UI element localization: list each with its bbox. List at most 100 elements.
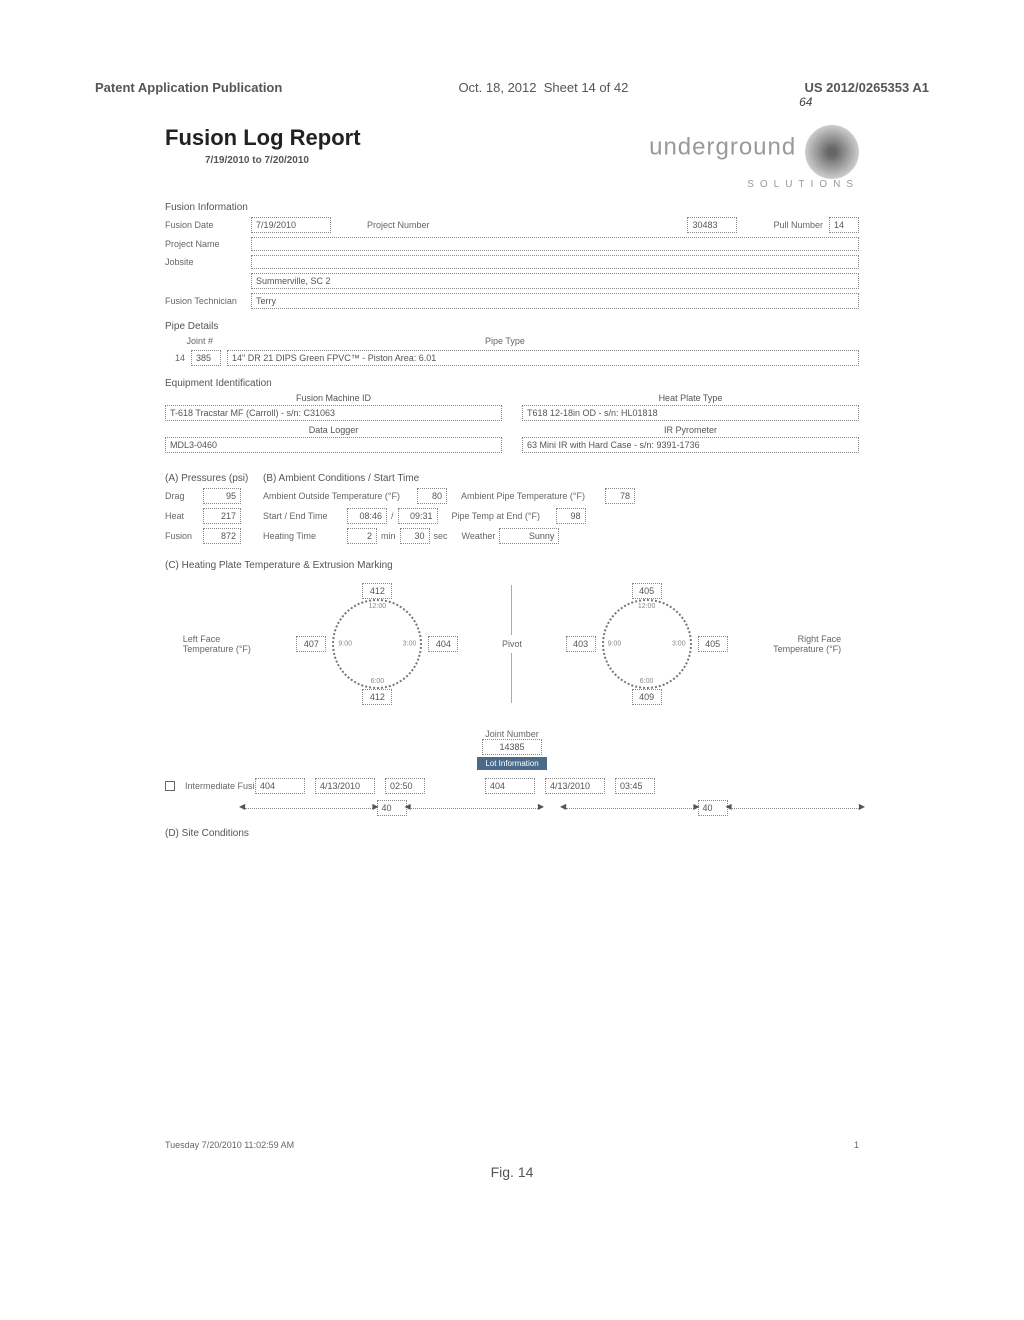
- arrow-right2-icon: [732, 808, 860, 809]
- label-project-number: Project Number: [367, 220, 430, 230]
- label-fusion-date: Fusion Date: [165, 220, 245, 230]
- logo-area: 64 underground SOLUTIONS: [649, 125, 859, 190]
- field-jobsite1: [251, 255, 859, 269]
- date-range: 7/19/2010 to 7/20/2010: [205, 155, 361, 166]
- arrow-right-icon: [566, 808, 694, 809]
- left-temp-3: 404: [428, 636, 458, 652]
- left-clock-group: 407 12:00 3:00 6:00 9:00 412 412 404: [296, 599, 458, 689]
- left-temp-6: 412: [362, 689, 392, 705]
- label-pipe-temp: Ambient Pipe Temperature (°F): [461, 491, 601, 501]
- figure-label: Fig. 14: [491, 1164, 534, 1180]
- label-technician: Fusion Technician: [165, 296, 245, 306]
- label-pipe-type: Pipe Type: [485, 336, 525, 346]
- field-fusion-psi: 872: [203, 528, 241, 544]
- section-conditions: (B) Ambient Conditions / Start Time: [263, 473, 859, 484]
- unit-min: min: [381, 531, 396, 541]
- label-pipe-end-temp: Pipe Temp at End (°F): [452, 511, 552, 521]
- field-machine-id: T-618 Tracstar MF (Carroll) - s/n: C3106…: [165, 405, 502, 421]
- label-machine-id: Fusion Machine ID: [165, 393, 502, 403]
- label-drag: Drag: [165, 491, 197, 501]
- right-clock-group: 403 12:00 3:00 6:00 9:00 405 409 405: [566, 599, 728, 689]
- right-face-label: Right Face Temperature (°F): [771, 634, 841, 654]
- intermediate-checkbox[interactable]: [165, 781, 175, 791]
- label-start-end: Start / End Time: [263, 511, 343, 521]
- field-data-logger: MDL3-0460: [165, 437, 502, 453]
- field-amb-temp: 80: [417, 488, 447, 504]
- left-clock-icon: 12:00 3:00 6:00 9:00 412 412: [332, 599, 422, 689]
- unit-sec: sec: [434, 531, 448, 541]
- label-data-logger: Data Logger: [165, 425, 502, 435]
- right-temp-6: 409: [632, 689, 662, 705]
- field-drag: 95: [203, 488, 241, 504]
- field-heating-sec: 30: [400, 528, 430, 544]
- label-weather: Weather: [462, 531, 496, 541]
- field-heat: 217: [203, 508, 241, 524]
- field-heat-plate: T618 12-18in OD - s/n: HL01818: [522, 405, 859, 421]
- field-pull-number: 14: [829, 217, 859, 233]
- label-pull-number: Pull Number: [773, 220, 823, 230]
- pivot-column: Pivot: [502, 581, 522, 707]
- report-title: Fusion Log Report: [165, 125, 361, 151]
- section-heating-plate: (C) Heating Plate Temperature & Extrusio…: [165, 560, 859, 571]
- field-start-time: 08:46: [347, 508, 387, 524]
- field-pyrometer: 63 Mini IR with Hard Case - s/n: 9391-17…: [522, 437, 859, 453]
- left-temp-9: 407: [296, 636, 326, 652]
- inter-left-v3: 02:50: [385, 778, 425, 794]
- publication-date: Oct. 18, 2012 Sheet 14 of 42: [458, 80, 628, 95]
- field-weather: Sunny: [499, 528, 559, 544]
- field-jobsite2: Summerville, SC 2: [251, 273, 859, 289]
- patent-header: Patent Application Publication Oct. 18, …: [0, 0, 1024, 105]
- field-joint-num: 385: [191, 350, 221, 366]
- field-joint-number: 14385: [482, 739, 542, 755]
- inter-right-v2: 4/13/2010: [545, 778, 605, 794]
- footer-page: 1: [854, 1140, 859, 1150]
- label-fusion-psi: Fusion: [165, 531, 197, 541]
- ref-number-64: 64: [799, 95, 812, 109]
- len-right: 40: [698, 800, 728, 816]
- field-project-name: [251, 237, 859, 251]
- pivot-label: Pivot: [502, 639, 522, 649]
- section-pressures: (A) Pressures (psi): [165, 473, 255, 484]
- field-project-number: 30483: [687, 217, 737, 233]
- arrow-left-icon: [245, 808, 373, 809]
- right-temp-3: 405: [698, 636, 728, 652]
- inter-right-v3: 03:45: [615, 778, 655, 794]
- field-fusion-date: 7/19/2010: [251, 217, 331, 233]
- right-temp-9: 403: [566, 636, 596, 652]
- field-pipe-type: 14" DR 21 DIPS Green FPVC™ - Piston Area…: [227, 350, 859, 366]
- field-pipe-temp: 78: [605, 488, 635, 504]
- len-left: 40: [377, 800, 407, 816]
- label-joint-number: Joint Number: [165, 729, 859, 739]
- section-equipment: Equipment Identification: [165, 378, 859, 389]
- joint-prefix: 14: [165, 353, 185, 363]
- right-temp-12: 405: [632, 583, 662, 599]
- left-face-label: Left Face Temperature (°F): [183, 634, 253, 654]
- label-amb-temp: Ambient Outside Temperature (°F): [263, 491, 413, 501]
- section-fusion-info: Fusion Information: [165, 202, 859, 213]
- report-content: Fusion Log Report 7/19/2010 to 7/20/2010…: [0, 105, 1024, 839]
- arrow-left2-icon: [411, 808, 539, 809]
- logo-subtitle: SOLUTIONS: [649, 179, 859, 190]
- label-pyrometer: IR Pyrometer: [522, 425, 859, 435]
- inter-left-v2: 4/13/2010: [315, 778, 375, 794]
- right-clock-icon: 12:00 3:00 6:00 9:00 405 409: [602, 599, 692, 689]
- section-pipe-details: Pipe Details: [165, 321, 859, 332]
- title-row: Fusion Log Report 7/19/2010 to 7/20/2010…: [165, 125, 859, 190]
- field-end-time: 09:31: [398, 508, 438, 524]
- report-footer: Tuesday 7/20/2010 11:02:59 AM 1: [165, 1140, 859, 1150]
- label-heat: Heat: [165, 511, 197, 521]
- field-heating-min: 2: [347, 528, 377, 544]
- lot-info-banner: Lot Information: [477, 757, 546, 770]
- inter-right-v1: 404: [485, 778, 535, 794]
- publication-left: Patent Application Publication: [95, 80, 282, 95]
- label-intermediate: Intermediate Fusion: [185, 781, 245, 791]
- label-joint: Joint #: [165, 336, 213, 346]
- label-heating-time: Heating Time: [263, 531, 343, 541]
- footer-timestamp: Tuesday 7/20/2010 11:02:59 AM: [165, 1140, 294, 1150]
- inter-left-v1: 404: [255, 778, 305, 794]
- logo-swirl-icon: [805, 125, 859, 179]
- left-temp-12: 412: [362, 583, 392, 599]
- section-site-conditions: (D) Site Conditions: [165, 828, 859, 839]
- label-jobsite: Jobsite: [165, 257, 245, 267]
- field-pipe-end-temp: 98: [556, 508, 586, 524]
